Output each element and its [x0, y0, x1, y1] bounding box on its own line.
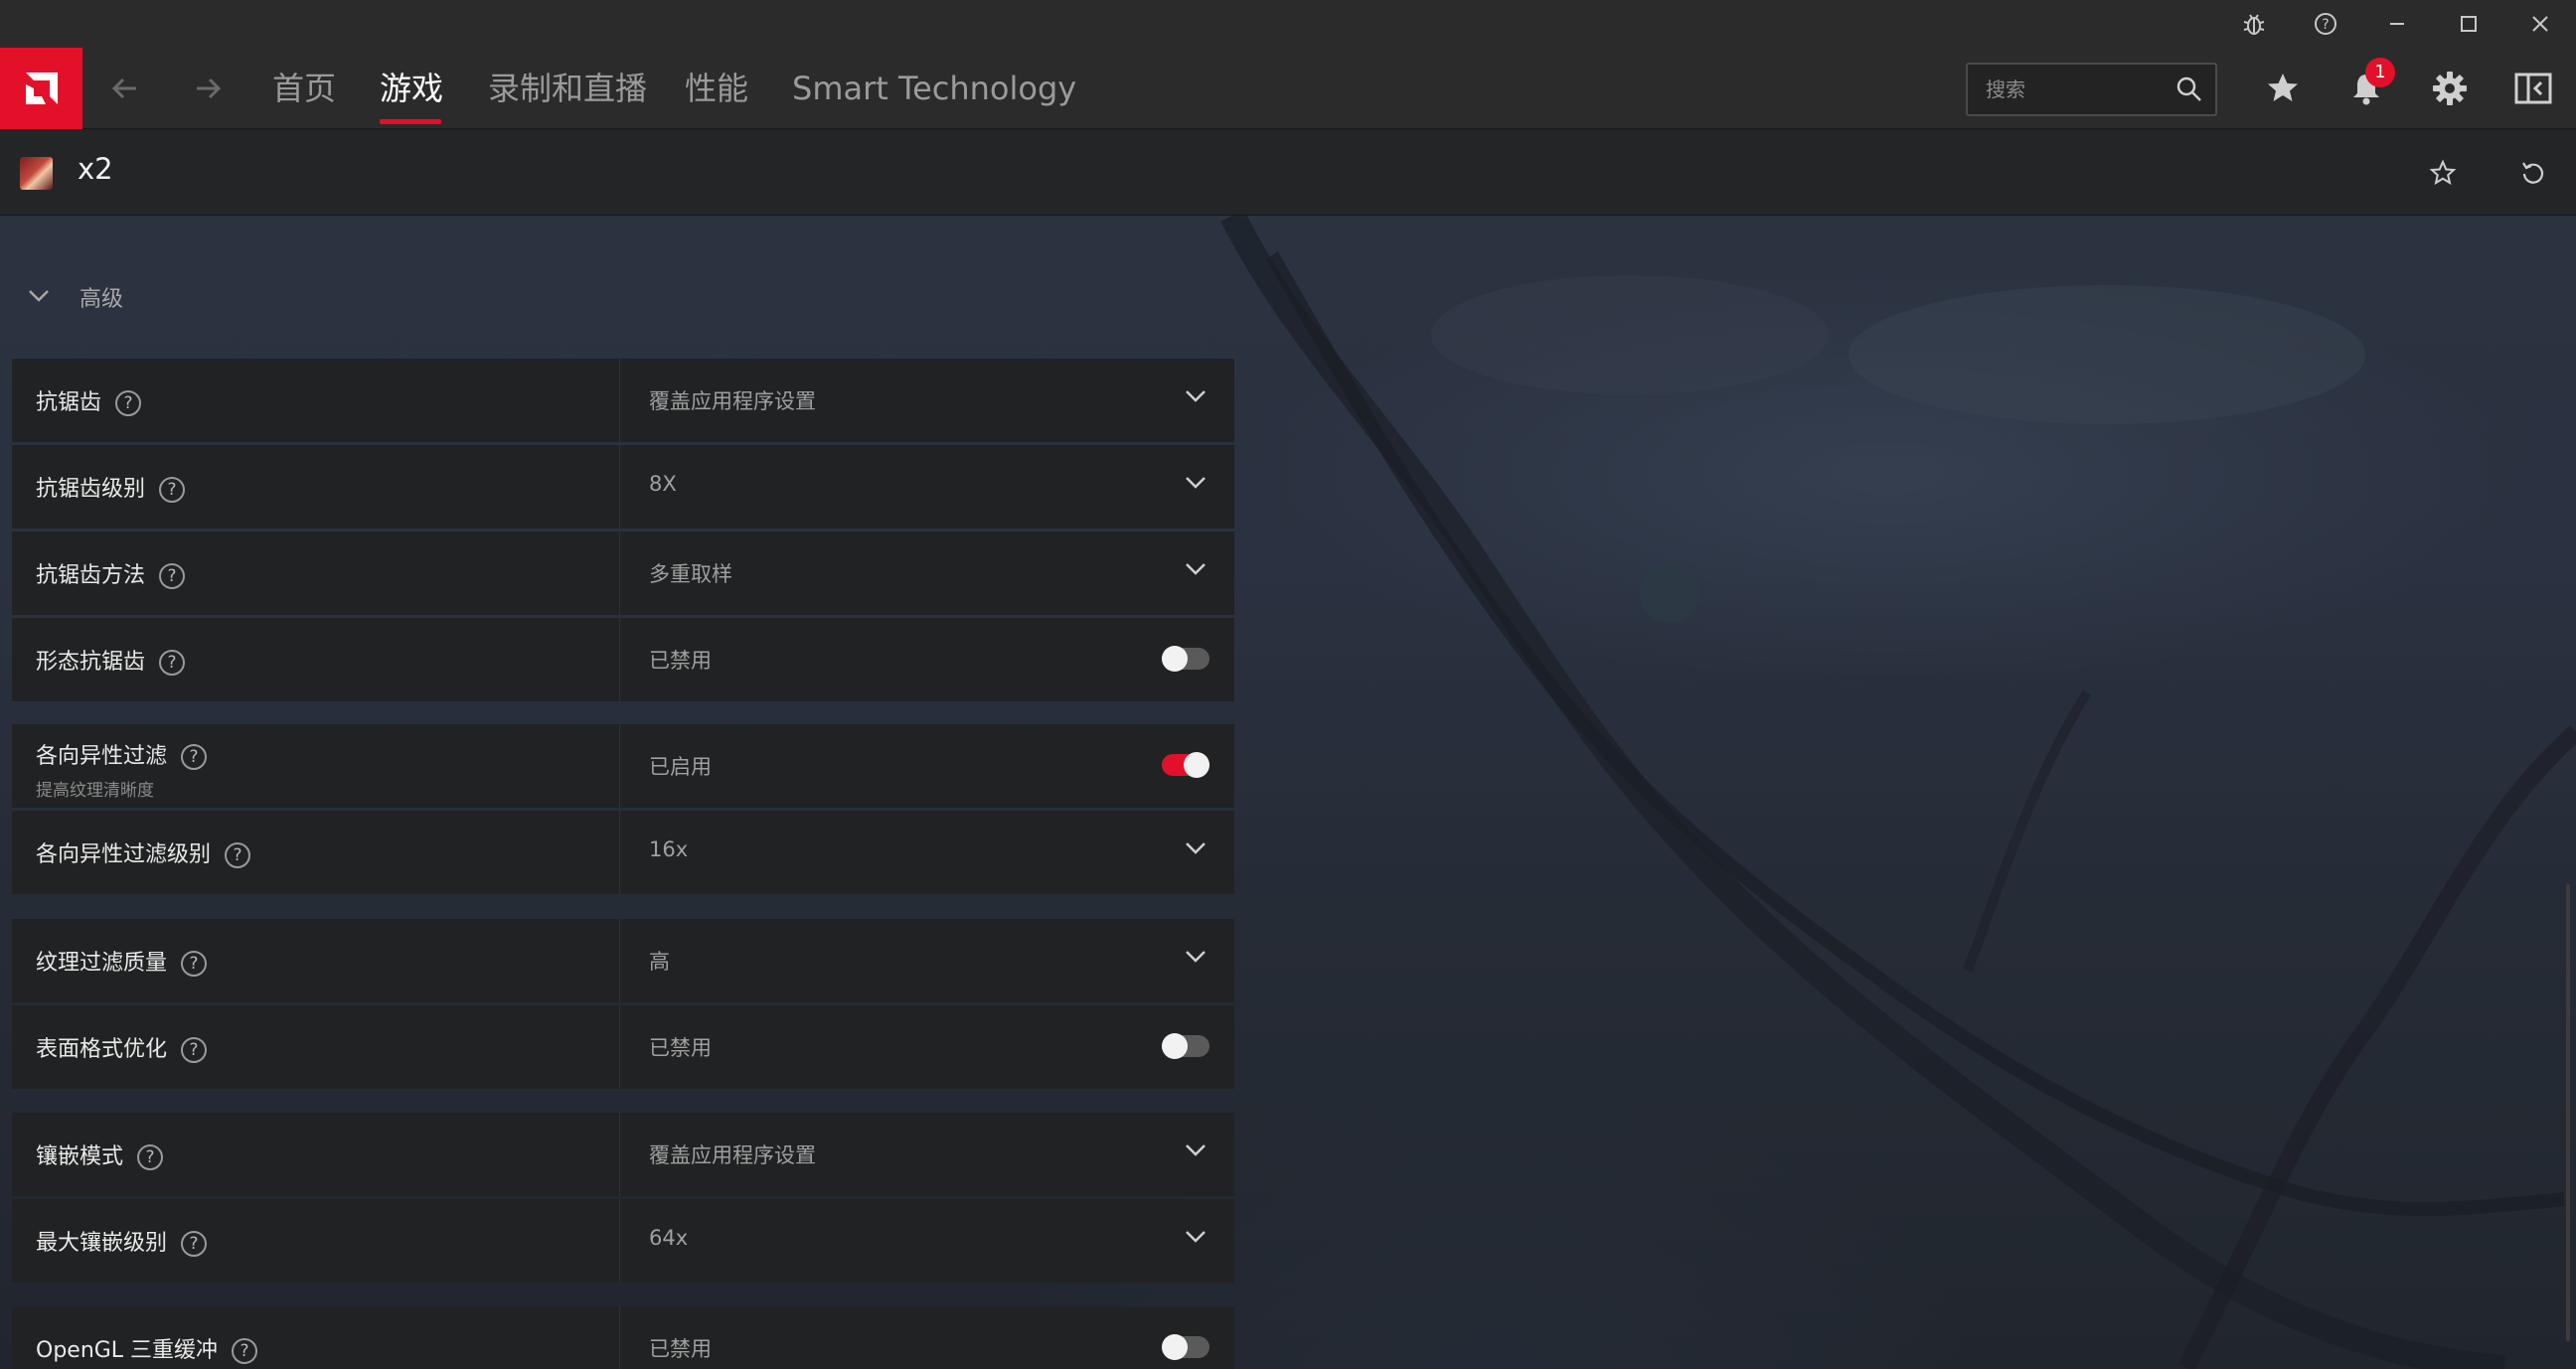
sidebar-toggle-icon[interactable]: [2506, 62, 2560, 115]
setting-value: 高: [649, 950, 670, 974]
active-tab-underline: [380, 119, 441, 124]
amd-logo[interactable]: [0, 48, 82, 129]
setting-row[interactable]: 最大镶嵌级别? 64x: [12, 1199, 1234, 1283]
setting-row[interactable]: 镶嵌模式? 覆盖应用程序设置: [12, 1113, 1234, 1196]
maximize-icon[interactable]: [2433, 0, 2504, 48]
setting-value: 覆盖应用程序设置: [649, 389, 816, 413]
svg-text:?: ?: [2322, 17, 2329, 33]
setting-row[interactable]: 抗锯齿方法? 多重取样: [12, 532, 1234, 615]
setting-row[interactable]: OpenGL 三重缓冲? 已禁用: [12, 1306, 1234, 1369]
toggle-switch[interactable]: [1162, 646, 1209, 672]
setting-label: 抗锯齿方法?: [36, 557, 186, 589]
favorite-star-icon[interactable]: [2418, 148, 2468, 198]
toggle-switch[interactable]: [1162, 1033, 1209, 1059]
toggle-switch[interactable]: [1162, 1334, 1209, 1360]
setting-label: 最大镶嵌级别?: [36, 1225, 208, 1257]
advanced-section-header[interactable]: 高级: [28, 281, 123, 313]
help-icon[interactable]: ?: [181, 1037, 208, 1063]
chevron-down-icon[interactable]: [1185, 949, 1207, 968]
chevron-down-icon[interactable]: [1185, 1229, 1207, 1248]
chevron-down-icon[interactable]: [28, 288, 50, 307]
setting-row[interactable]: 形态抗锯齿? 已禁用: [12, 618, 1234, 701]
tab-performance[interactable]: 性能: [685, 48, 748, 129]
app-window: ? 首页 游戏 录制和直播 性能 Smart Technology 搜索 1 x…: [0, 0, 2576, 1369]
background-illustration: [1220, 216, 2576, 1369]
setting-label: 抗锯齿?: [36, 384, 142, 416]
back-arrow-icon[interactable]: [97, 62, 151, 115]
help-icon[interactable]: ?: [225, 842, 251, 868]
setting-label: 表面格式优化?: [36, 1031, 208, 1063]
game-header: x2: [0, 130, 2576, 216]
close-icon[interactable]: [2504, 0, 2576, 48]
setting-value: 覆盖应用程序设置: [649, 1143, 816, 1167]
search-box[interactable]: [1966, 63, 2217, 116]
main-nav-bar: 首页 游戏 录制和直播 性能 Smart Technology 1: [0, 48, 2576, 129]
setting-value: 已禁用: [649, 649, 712, 673]
setting-row[interactable]: 各向异性过滤? 提高纹理清晰度 已启用: [12, 724, 1234, 808]
setting-label: 形态抗锯齿?: [36, 644, 186, 676]
chevron-down-icon[interactable]: [1185, 561, 1207, 580]
setting-row[interactable]: 表面格式优化? 已禁用: [12, 1005, 1234, 1089]
setting-row[interactable]: 抗锯齿? 覆盖应用程序设置: [12, 359, 1234, 442]
help-icon[interactable]: ?: [232, 1338, 258, 1364]
help-icon[interactable]: ?: [137, 1144, 164, 1170]
setting-row[interactable]: 各向异性过滤级别? 16x: [12, 811, 1234, 894]
setting-value: 8X: [649, 472, 677, 496]
chevron-down-icon[interactable]: [1185, 840, 1207, 859]
tab-smart-technology[interactable]: Smart Technology: [792, 48, 1076, 129]
tab-record-stream[interactable]: 录制和直播: [488, 48, 647, 129]
setting-label: 镶嵌模式?: [36, 1139, 164, 1170]
setting-label: OpenGL 三重缓冲?: [36, 1332, 258, 1364]
help-icon[interactable]: ?: [115, 390, 142, 416]
help-icon[interactable]: ?: [159, 650, 186, 676]
forward-arrow-icon[interactable]: [182, 62, 236, 115]
setting-label: 纹理过滤质量?: [36, 945, 208, 977]
chevron-down-icon[interactable]: [1185, 475, 1207, 494]
title-bar: ?: [0, 0, 2576, 48]
setting-value: 64x: [649, 1226, 689, 1250]
setting-value: 已禁用: [649, 1036, 712, 1060]
help-icon[interactable]: ?: [2290, 0, 2361, 48]
setting-label: 各向异性过滤?: [36, 738, 208, 770]
help-icon[interactable]: ?: [181, 1231, 208, 1257]
game-title: x2: [78, 152, 113, 186]
favorites-star-icon[interactable]: [2256, 62, 2310, 115]
chevron-down-icon[interactable]: [1185, 1142, 1207, 1161]
help-icon[interactable]: ?: [181, 744, 208, 770]
toggle-switch[interactable]: [1162, 752, 1209, 778]
setting-value: 16x: [649, 837, 689, 861]
settings-gear-icon[interactable]: [2423, 62, 2477, 115]
help-icon[interactable]: ?: [159, 563, 186, 589]
tab-gaming[interactable]: 游戏: [380, 48, 443, 129]
setting-value: 多重取样: [649, 562, 732, 586]
chevron-down-icon[interactable]: [1185, 388, 1207, 407]
setting-label: 抗锯齿级别?: [36, 471, 186, 503]
tab-home[interactable]: 首页: [272, 48, 336, 129]
reset-icon[interactable]: [2508, 148, 2558, 198]
help-icon[interactable]: ?: [159, 477, 186, 503]
search-icon[interactable]: [2175, 76, 2203, 107]
setting-label: 各向异性过滤级别?: [36, 837, 251, 868]
minimize-icon[interactable]: [2361, 0, 2433, 48]
setting-value: 已禁用: [649, 1337, 712, 1361]
setting-value: 已启用: [649, 755, 712, 779]
notification-count-badge: 1: [2365, 58, 2395, 87]
setting-row[interactable]: 纹理过滤质量? 高: [12, 919, 1234, 1002]
game-thumbnail: [20, 157, 53, 190]
scrollbar[interactable]: [2566, 884, 2570, 1341]
bug-icon[interactable]: [2218, 0, 2290, 48]
setting-description: 提高纹理清晰度: [36, 781, 154, 801]
search-input[interactable]: [1986, 75, 2165, 104]
section-title: 高级: [80, 287, 124, 312]
help-icon[interactable]: ?: [181, 951, 208, 977]
setting-row[interactable]: 抗锯齿级别? 8X: [12, 445, 1234, 529]
